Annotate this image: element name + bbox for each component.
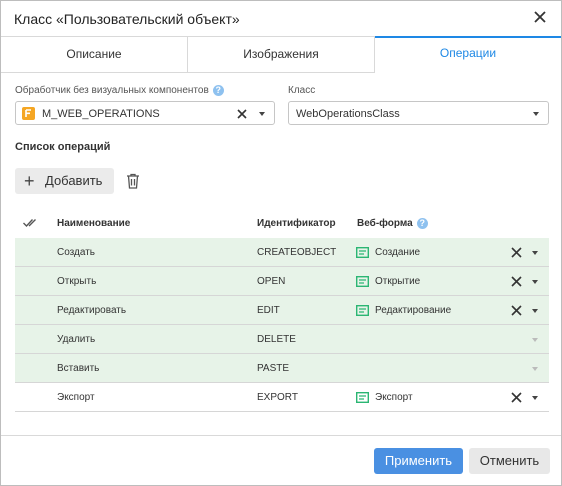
- chevron-down-icon[interactable]: [532, 338, 538, 342]
- add-button[interactable]: + Добавить: [15, 168, 114, 194]
- web-form-icon: [356, 305, 369, 316]
- row-web-form[interactable]: Открытие: [375, 267, 420, 296]
- chevron-down-icon[interactable]: [532, 367, 538, 371]
- handler-value: M_WEB_OPERATIONS: [42, 108, 160, 120]
- table-row[interactable]: Открыть OPEN Открытие: [15, 267, 549, 296]
- clear-icon[interactable]: [511, 392, 522, 403]
- class-select[interactable]: WebOperationsClass: [288, 101, 549, 125]
- chevron-down-icon[interactable]: [533, 112, 539, 116]
- tab-images[interactable]: Изображения: [188, 37, 375, 72]
- web-form-icon: [356, 276, 369, 287]
- row-identifier: DELETE: [257, 334, 296, 345]
- tab-description[interactable]: Описание: [1, 37, 188, 72]
- chevron-down-icon[interactable]: [532, 251, 538, 255]
- table-row[interactable]: Экспорт EXPORT Экспорт: [15, 383, 549, 412]
- row-name: Удалить: [57, 334, 96, 345]
- chevron-down-icon[interactable]: [259, 112, 265, 116]
- f-object-icon: [22, 107, 35, 120]
- handler-select[interactable]: M_WEB_OPERATIONS: [15, 101, 275, 125]
- table-row[interactable]: Вставить PASTE: [15, 354, 549, 383]
- web-form-icon: [356, 392, 369, 403]
- row-identifier: EXPORT: [257, 392, 298, 403]
- table-row[interactable]: Редактировать EDIT Редактирование: [15, 296, 549, 325]
- table-header: Наименование Идентификатор Веб-форма?: [15, 211, 549, 237]
- double-check-icon[interactable]: [23, 218, 39, 228]
- help-icon[interactable]: ?: [416, 217, 428, 229]
- plus-icon: +: [24, 171, 35, 191]
- row-identifier: OPEN: [257, 276, 286, 287]
- row-name: Открыть: [57, 276, 97, 287]
- web-form-icon: [356, 247, 369, 258]
- chevron-down-icon[interactable]: [532, 396, 538, 400]
- handler-label-wrap: Обработчик без визуальных компонентов?: [15, 85, 224, 96]
- clear-icon[interactable]: [237, 109, 247, 119]
- close-icon[interactable]: [533, 10, 547, 24]
- row-identifier: EDIT: [257, 305, 280, 316]
- row-name: Экспорт: [57, 392, 95, 403]
- trash-icon[interactable]: [126, 173, 140, 189]
- column-form-header: Веб-форма: [357, 218, 413, 229]
- add-button-label: Добавить: [45, 173, 103, 188]
- tab-operations[interactable]: Операции: [375, 36, 561, 74]
- operations-section-title: Список операций: [15, 141, 111, 153]
- row-name: Редактировать: [57, 305, 127, 316]
- row-name: Вставить: [57, 363, 100, 374]
- table-row[interactable]: Удалить DELETE: [15, 325, 549, 354]
- class-label: Класс: [288, 85, 316, 96]
- row-web-form[interactable]: Создание: [375, 238, 420, 267]
- clear-icon[interactable]: [511, 276, 522, 287]
- row-web-form[interactable]: Редактирование: [375, 296, 451, 325]
- column-form-header-wrap: Веб-форма?: [357, 211, 428, 237]
- table-row[interactable]: Создать CREATEOBJECT Создание: [15, 238, 549, 267]
- footer-divider: [1, 435, 561, 436]
- row-identifier: CREATEOBJECT: [257, 247, 337, 258]
- handler-label: Обработчик без визуальных компонентов: [15, 85, 209, 97]
- dialog: Класс «Пользовательский объект» Описание…: [0, 0, 562, 486]
- help-icon[interactable]: ?: [212, 85, 224, 96]
- row-identifier: PASTE: [257, 363, 290, 374]
- apply-button[interactable]: Применить: [374, 448, 463, 474]
- column-name-header: Наименование: [57, 218, 131, 229]
- row-name: Создать: [57, 247, 96, 258]
- tab-bar: Описание Изображения Операции: [1, 36, 561, 74]
- chevron-down-icon[interactable]: [532, 309, 538, 313]
- cancel-button[interactable]: Отменить: [469, 448, 550, 474]
- row-web-form[interactable]: Экспорт: [375, 383, 413, 412]
- chevron-down-icon[interactable]: [532, 280, 538, 284]
- column-id-header: Идентификатор: [257, 218, 336, 229]
- clear-icon[interactable]: [511, 305, 522, 316]
- dialog-title: Класс «Пользовательский объект»: [14, 11, 240, 27]
- class-value: WebOperationsClass: [296, 108, 400, 120]
- clear-icon[interactable]: [511, 247, 522, 258]
